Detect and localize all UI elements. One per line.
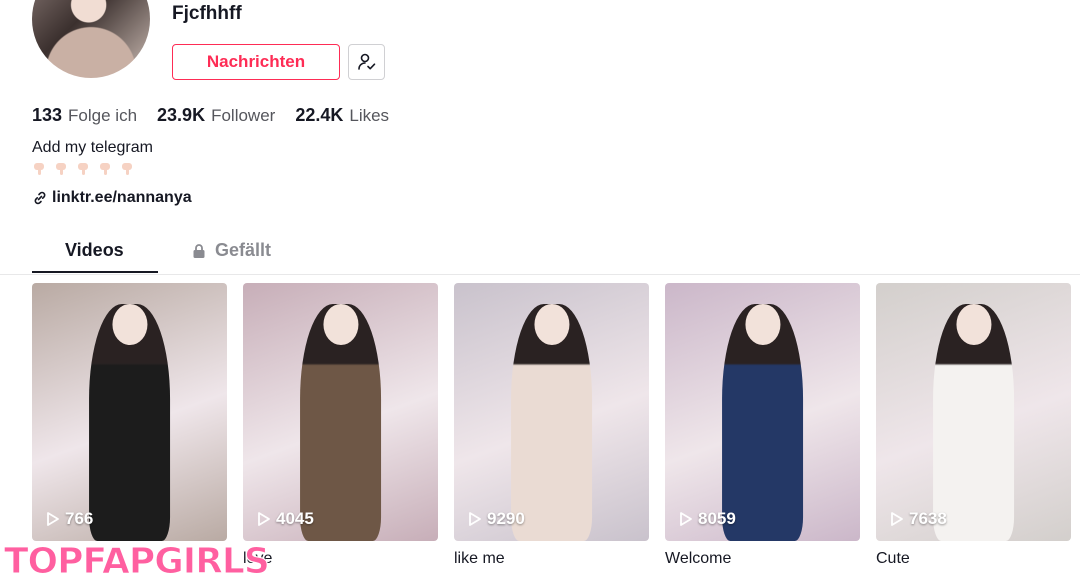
- stat-label: Likes: [349, 106, 390, 125]
- video-card[interactable]: 766: [32, 283, 227, 568]
- tab-videos-label: Videos: [65, 240, 124, 260]
- video-card[interactable]: 7638 Cute: [876, 283, 1071, 568]
- pointing-down-hand-icon: [120, 161, 136, 177]
- tab-liked[interactable]: Gefällt: [191, 240, 271, 261]
- pointing-down-hand-icon: [98, 161, 114, 177]
- profile-tabs: Videos Gefällt: [0, 230, 1080, 275]
- video-thumbnail[interactable]: 4045: [243, 283, 438, 541]
- play-icon: [469, 512, 481, 526]
- video-card[interactable]: 8059 Welcome: [665, 283, 860, 568]
- video-thumbnail[interactable]: 766: [32, 283, 227, 541]
- message-button[interactable]: Nachrichten: [172, 44, 340, 80]
- pointing-down-hand-icon: [32, 161, 48, 177]
- play-icon: [258, 512, 270, 526]
- bio-emoji-row: [32, 161, 136, 177]
- profile-stats: 133 Folge ich 23.9K Follower 22.4K Likes: [32, 105, 389, 126]
- play-count-value: 4045: [276, 509, 314, 528]
- stat-label: Follower: [211, 106, 276, 125]
- pointing-down-hand-icon: [54, 161, 70, 177]
- play-count-value: 8059: [698, 509, 736, 528]
- watermark-logo: TOPFAPGIRLS: [4, 541, 271, 583]
- play-count: 8059: [679, 509, 736, 529]
- likes-count: 22.4K Likes: [295, 105, 389, 126]
- play-count-value: 9290: [487, 509, 525, 528]
- video-figure-head: [533, 303, 570, 345]
- link-icon: [34, 191, 46, 205]
- video-caption[interactable]: Cute: [876, 550, 1071, 568]
- play-count-value: 7638: [909, 509, 947, 528]
- video-caption[interactable]: love: [243, 550, 438, 568]
- video-thumbnail[interactable]: 9290: [454, 283, 649, 541]
- video-caption[interactable]: Welcome: [665, 550, 860, 568]
- tab-liked-label: Gefällt: [215, 240, 272, 260]
- video-figure-head: [111, 303, 148, 345]
- video-figure-head: [955, 303, 992, 345]
- video-caption[interactable]: like me: [454, 550, 649, 568]
- play-icon: [891, 512, 903, 526]
- following-count[interactable]: 133 Folge ich: [32, 105, 137, 126]
- video-figure-head: [322, 303, 359, 345]
- following-button[interactable]: [348, 44, 385, 80]
- video-thumbnail[interactable]: 7638: [876, 283, 1071, 541]
- stat-value: 22.4K: [295, 105, 344, 125]
- active-tab-indicator: [32, 271, 158, 273]
- play-count-value: 766: [65, 509, 94, 528]
- video-card[interactable]: 4045 love: [243, 283, 438, 568]
- pointing-down-hand-icon: [76, 161, 92, 177]
- play-count: 7638: [890, 509, 947, 529]
- profile-link[interactable]: linktr.ee/nannanya: [32, 189, 192, 207]
- lock-icon: [193, 243, 205, 258]
- video-card[interactable]: 9290 like me: [454, 283, 649, 568]
- stat-label: Folge ich: [68, 106, 138, 125]
- video-figure-head: [744, 303, 781, 345]
- play-count: 4045: [257, 509, 314, 529]
- user-check-icon: [357, 53, 375, 70]
- play-icon: [680, 512, 692, 526]
- profile-link-text: linktr.ee/nannanya: [52, 189, 192, 206]
- profile-avatar[interactable]: [32, 0, 150, 78]
- stat-value: 23.9K: [157, 105, 206, 125]
- play-count: 9290: [468, 509, 525, 529]
- play-count: 766: [46, 509, 93, 529]
- follower-count[interactable]: 23.9K Follower: [157, 105, 275, 126]
- profile-username: Fjcfhhff: [172, 3, 242, 24]
- profile-bio: Add my telegram: [32, 139, 153, 156]
- video-thumbnail[interactable]: 8059: [665, 283, 860, 541]
- play-icon: [47, 512, 59, 526]
- tab-videos[interactable]: Videos: [65, 240, 124, 261]
- stat-value: 133: [32, 105, 63, 125]
- video-grid: 766 4045 love 9290 like me 8059 Welcome 7638 Cut…: [32, 283, 1071, 568]
